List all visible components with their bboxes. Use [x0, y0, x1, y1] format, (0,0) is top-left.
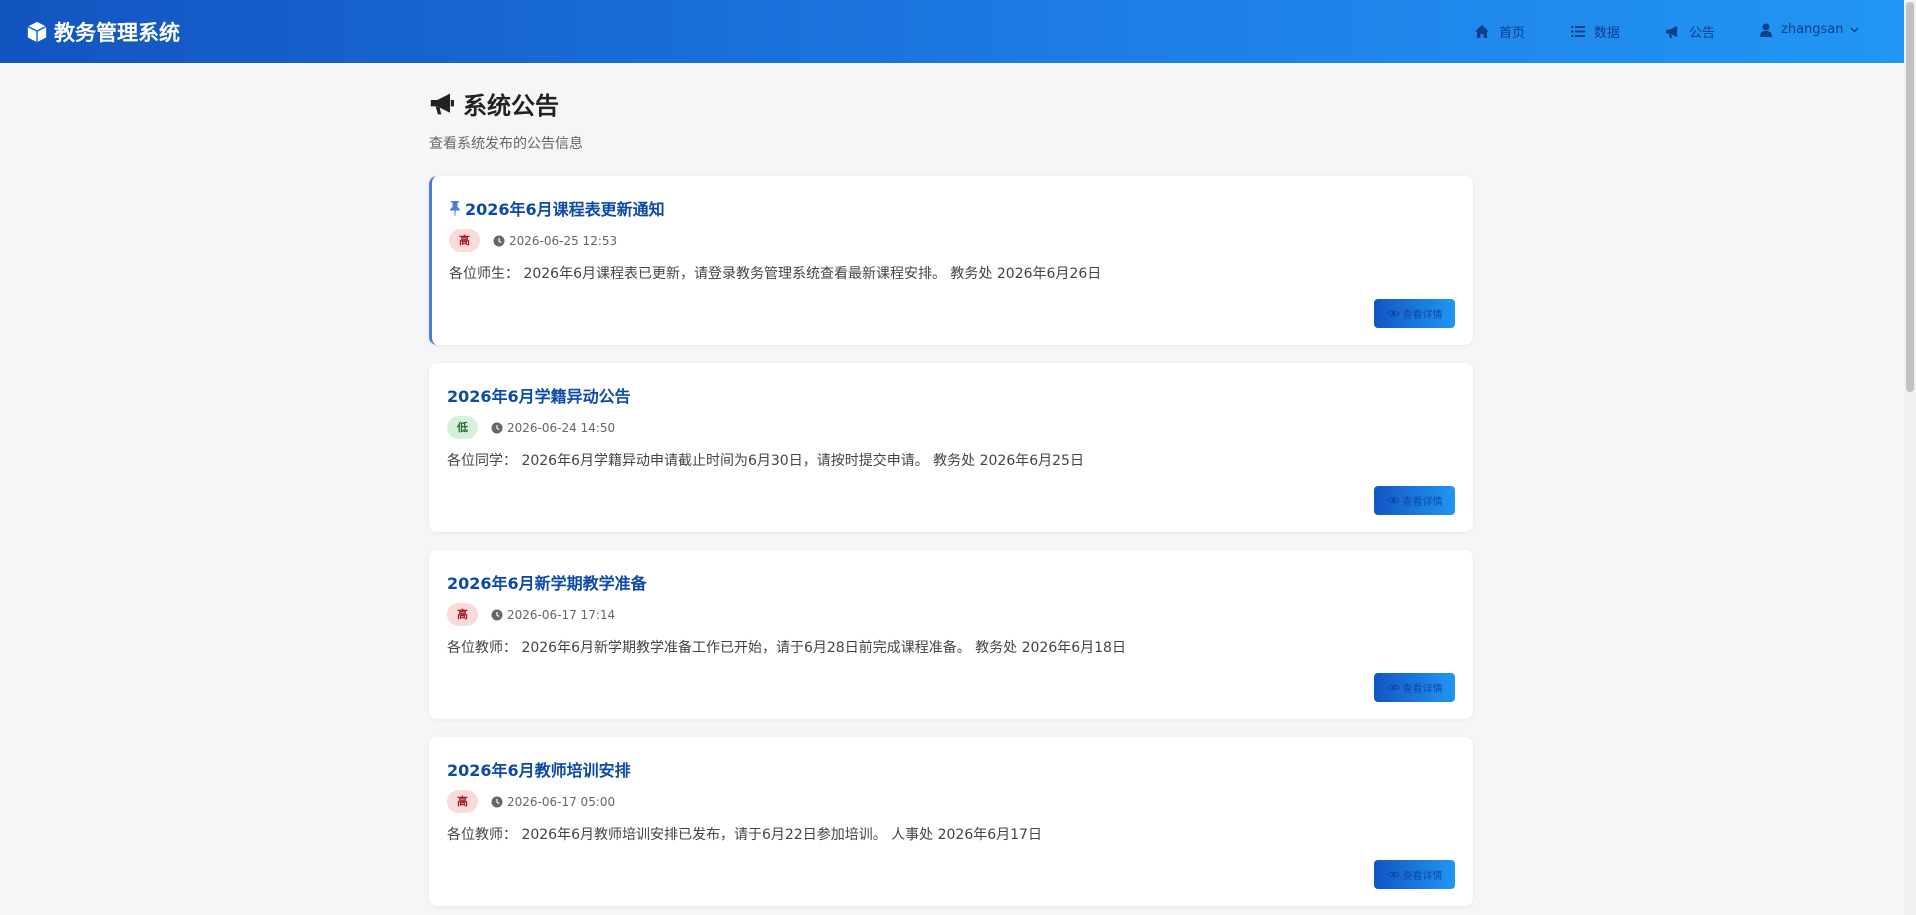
eye-icon — [1386, 497, 1400, 504]
priority-badge: 低 — [447, 416, 478, 439]
announcement-title[interactable]: 2026年6月新学期教学准备 — [447, 570, 647, 594]
view-detail-label: 查看详情 — [1402, 871, 1443, 882]
announcement-title-text: 2026年6月新学期教学准备 — [447, 574, 647, 593]
announcement-date-text: 2026-06-24 14:50 — [507, 420, 616, 435]
announcement-card: 2026年6月课程表更新通知 高 2026-06-25 12:53 各位师生： … — [429, 176, 1473, 345]
announcement-date: 2026-06-24 14:50 — [491, 421, 615, 435]
chevron-down-icon — [1850, 27, 1858, 32]
announcement-card: 2026年6月教师培训安排 高 2026-06-17 05:00 各位教师： 2… — [429, 737, 1473, 906]
eye-icon — [1386, 684, 1400, 691]
announcement-card: 2026年6月学籍异动公告 低 2026-06-24 14:50 各位同学： 2… — [429, 363, 1473, 532]
announcement-title[interactable]: 2026年6月学籍异动公告 — [447, 383, 631, 407]
announcement-content: 各位教师： 2026年6月教师培训安排已发布，请于6月22日参加培训。 人事处 … — [447, 827, 1042, 843]
brand-title: 教务管理系统 — [54, 21, 180, 45]
announcement-title-text: 2026年6月教师培训安排 — [447, 761, 631, 780]
announcement-card: 2026年6月新学期教学准备 高 2026-06-17 17:14 各位教师： … — [429, 550, 1473, 719]
clock-icon — [491, 609, 503, 620]
nav-notice-label: 公告 — [1689, 26, 1716, 41]
top-navbar: 教务管理系统 首页 数据 公告 zhangsan — [0, 0, 1904, 63]
announcement-date-text: 2026-06-17 17:14 — [507, 607, 616, 622]
nav-notice[interactable]: 公告 — [1665, 22, 1715, 41]
announcement-date: 2026-06-17 05:00 — [491, 795, 615, 809]
user-menu[interactable]: zhangsan — [1760, 22, 1859, 37]
announcement-title[interactable]: 2026年6月课程表更新通知 — [449, 196, 665, 220]
eye-icon — [1386, 871, 1400, 878]
announcement-content: 各位同学： 2026年6月学籍异动申请截止时间为6月30日，请按时提交申请。 教… — [447, 453, 1084, 469]
announcement-meta: 高 2026-06-17 05:00 — [447, 790, 615, 813]
page-subtitle: 查看系统发布的公告信息 — [429, 136, 583, 152]
view-detail-label: 查看详情 — [1402, 684, 1443, 695]
page-title: 系统公告 — [429, 86, 559, 121]
brand[interactable]: 教务管理系统 — [26, 17, 180, 47]
nav-data[interactable]: 数据 — [1571, 22, 1620, 41]
announcement-content: 各位师生： 2026年6月课程表已更新，请登录教务管理系统查看最新课程安排。 教… — [449, 266, 1102, 282]
announcement-date: 2026-06-17 17:14 — [491, 608, 615, 622]
eye-icon — [1386, 310, 1400, 317]
announcement-date-text: 2026-06-25 12:53 — [509, 233, 618, 248]
view-detail-button[interactable]: 查看详情 — [1374, 299, 1455, 328]
user-icon — [1760, 23, 1772, 37]
nav-home-label: 首页 — [1499, 26, 1526, 41]
page-header: 系统公告 — [429, 86, 559, 121]
view-detail-label: 查看详情 — [1402, 497, 1443, 508]
page-title-text: 系统公告 — [463, 92, 559, 120]
announcement-title-text: 2026年6月课程表更新通知 — [465, 200, 665, 219]
announcement-title[interactable]: 2026年6月教师培训安排 — [447, 757, 631, 781]
list-icon — [1571, 26, 1585, 37]
announcement-meta: 低 2026-06-24 14:50 — [447, 416, 615, 439]
scrollbar-thumb[interactable] — [1906, 2, 1914, 392]
clock-icon — [491, 796, 503, 807]
nav-data-label: 数据 — [1594, 26, 1621, 41]
announcement-meta: 高 2026-06-25 12:53 — [449, 229, 617, 252]
megaphone-icon — [1665, 25, 1678, 38]
announcement-date-text: 2026-06-17 05:00 — [507, 794, 616, 809]
priority-badge: 高 — [449, 229, 480, 252]
cube-icon — [27, 21, 47, 43]
view-detail-button[interactable]: 查看详情 — [1374, 673, 1455, 702]
user-name: zhangsan — [1781, 22, 1844, 37]
pin-icon — [450, 201, 460, 216]
megaphone-icon — [430, 93, 454, 114]
view-detail-button[interactable]: 查看详情 — [1374, 860, 1455, 889]
home-icon — [1475, 25, 1489, 38]
announcement-content: 各位教师： 2026年6月新学期教学准备工作已开始，请于6月28日前完成课程准备… — [447, 640, 1126, 656]
clock-icon — [493, 235, 505, 246]
announcement-title-text: 2026年6月学籍异动公告 — [447, 387, 631, 406]
vertical-scrollbar[interactable] — [1904, 0, 1916, 915]
view-detail-button[interactable]: 查看详情 — [1374, 486, 1455, 515]
view-detail-label: 查看详情 — [1402, 310, 1443, 321]
announcement-date: 2026-06-25 12:53 — [493, 234, 617, 248]
clock-icon — [491, 422, 503, 433]
nav-home[interactable]: 首页 — [1474, 22, 1525, 41]
priority-badge: 高 — [447, 790, 478, 813]
announcement-meta: 高 2026-06-17 17:14 — [447, 603, 615, 626]
priority-badge: 高 — [447, 603, 478, 626]
